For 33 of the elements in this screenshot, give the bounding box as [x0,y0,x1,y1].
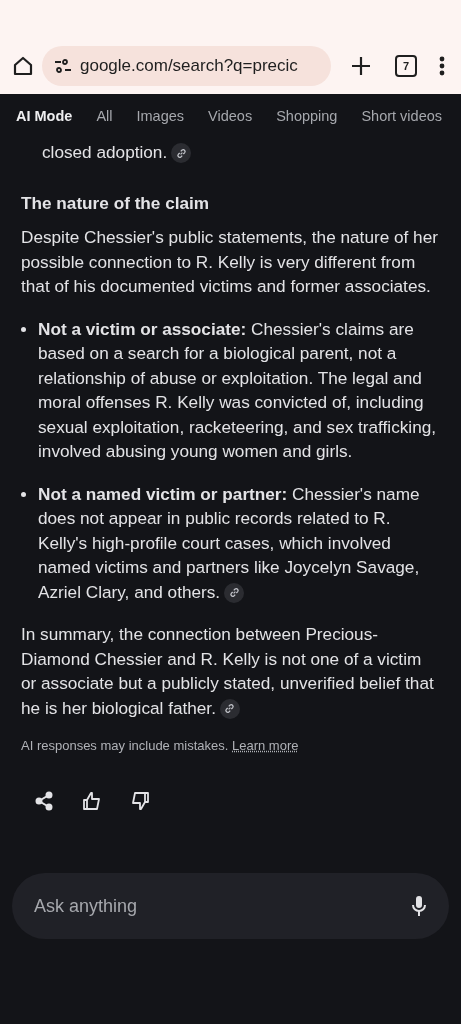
search-tab[interactable]: All [96,108,113,128]
disclaimer-text: AI responses may include mistakes. [21,738,229,753]
search-tab[interactable]: Images [136,108,185,128]
search-tab[interactable]: Shopping [276,108,338,128]
thumbs-up-icon[interactable] [82,791,102,811]
tab-count[interactable]: 7 [395,55,417,77]
url-text: google.com/search?q=precic [80,56,298,76]
bullet-icon [21,491,26,497]
bullet-text: Not a victim or associate: Chessier's claims are based on a search for a biological parent, not a relationship of abuse or exploitation. The legal and moral offenses R. Kelly was convicted of, including sexual exploitation, racketeering, and sex trafficking, involved abusing young women and girls. [38,318,437,461]
link-icon [175,147,187,159]
address-bar[interactable]: google.com/search?q=precic [42,46,331,86]
learn-more-link[interactable]: Learn more [232,738,299,753]
ask-field[interactable]: Ask anything [12,873,449,939]
source-link[interactable] [224,582,245,603]
search-tab[interactable]: Short videos [361,108,443,128]
microphone-icon[interactable] [411,895,427,917]
new-tab-icon[interactable] [351,56,371,76]
link-icon [228,587,240,599]
home-icon[interactable] [12,55,34,77]
answer-text: closed adoption. [42,142,192,162]
answer-paragraph: Despite Chessier's public statements, the nature of her possible connection to R. Kelly is very different from that of his documented victims and former associates. [21,227,438,296]
more-icon[interactable] [439,56,445,76]
answer-paragraph: In summary, the connection between Precious-Diamond Chessier and R. Kelly is not one of a victim or associate but a publicly stated, unverified belief that he is her biological father. [21,624,434,718]
section-heading: The nature of the claim [21,192,210,213]
link-icon [224,703,236,715]
share-icon[interactable] [34,791,54,811]
site-settings-icon[interactable] [54,59,72,73]
thumbs-down-icon[interactable] [130,791,150,811]
source-link[interactable] [171,143,192,164]
search-tab[interactable]: AI Mode [16,108,73,128]
bullet-icon [21,326,26,332]
search-tab[interactable]: Videos [208,108,253,128]
source-link[interactable] [219,698,240,719]
